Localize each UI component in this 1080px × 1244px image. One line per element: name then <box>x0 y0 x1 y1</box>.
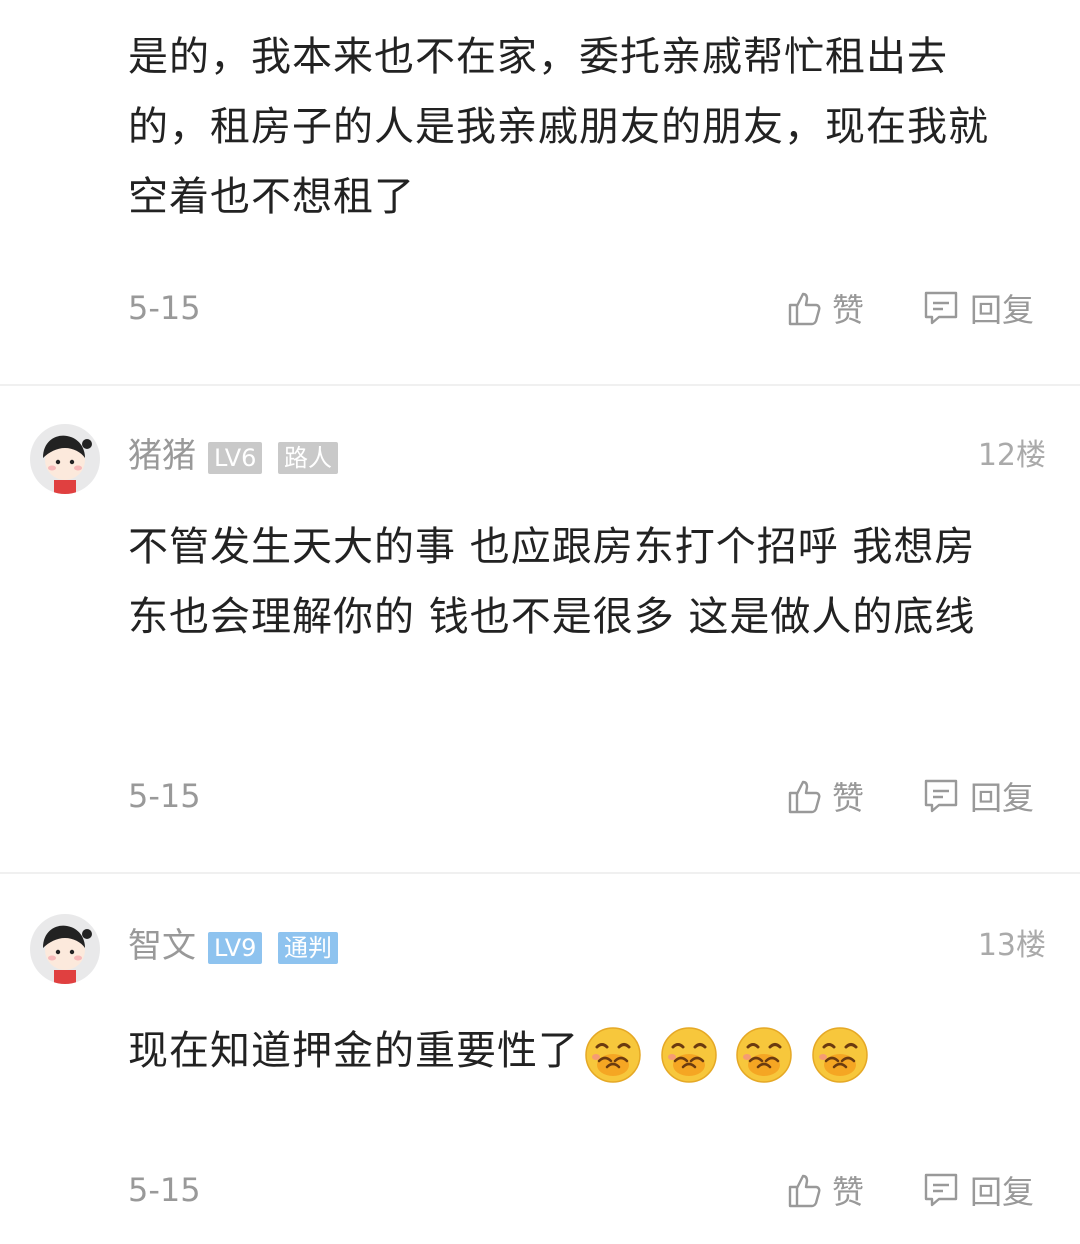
like-label: 赞 <box>832 1173 865 1211</box>
reply-button[interactable]: 回复 <box>920 284 1034 332</box>
floor-number: 12楼 <box>977 438 1046 473</box>
like-button[interactable]: 赞 <box>784 284 864 332</box>
avatar[interactable] <box>30 424 100 494</box>
comment-date: 5-15 <box>128 289 201 327</box>
comment-item: 是的，我本来也不在家，委托亲戚帮忙租出去的，租房子的人是我亲戚朋友的朋友，现在我… <box>0 0 1080 384</box>
comment-text: 不管发生天大的事 也应跟房东打个招呼 我想房东也会理解你的 钱也不是很多 这是做… <box>128 524 976 640</box>
reply-button[interactable]: 回复 <box>920 1166 1034 1214</box>
title-badge: 路人 <box>278 442 338 474</box>
emoji-row <box>583 1018 872 1088</box>
covering-mouth-laugh-emoji <box>812 1027 868 1083</box>
like-button[interactable]: 赞 <box>784 772 864 820</box>
username[interactable]: 智文 <box>128 924 196 968</box>
like-label: 赞 <box>832 779 865 817</box>
reply-label: 回复 <box>970 1173 1035 1211</box>
speech-bubble-icon <box>924 1173 958 1207</box>
comment-item: 猪猪 LV6 路人 12楼 不管发生天大的事 也应跟房东打个招呼 我想房东也会理… <box>0 386 1080 872</box>
speech-bubble-icon <box>924 779 958 813</box>
reply-label: 回复 <box>970 779 1035 817</box>
like-label: 赞 <box>832 291 865 329</box>
speech-bubble-icon <box>924 291 958 325</box>
avatar[interactable] <box>30 914 100 984</box>
reply-button[interactable]: 回复 <box>920 772 1034 820</box>
comment-text: 现在知道押金的重要性了 <box>128 1016 1028 1088</box>
comment-item: 智文 LV9 通判 13楼 现在知道押金的重要性了 5-15 赞 回复 <box>0 874 1080 1244</box>
comment-date: 5-15 <box>128 777 201 815</box>
username[interactable]: 猪猪 <box>128 434 196 478</box>
like-button[interactable]: 赞 <box>784 1166 864 1214</box>
comment-date: 5-15 <box>128 1171 201 1209</box>
comment-text: 是的，我本来也不在家，委托亲戚帮忙租出去的，租房子的人是我亲戚朋友的朋友，现在我… <box>128 34 989 220</box>
reply-label: 回复 <box>970 291 1035 329</box>
covering-mouth-laugh-emoji <box>736 1027 793 1083</box>
title-badge: 通判 <box>278 932 338 964</box>
level-badge: LV6 <box>208 442 263 474</box>
floor-number: 13楼 <box>977 928 1046 963</box>
thumbs-up-icon <box>788 780 821 814</box>
comment-text-content: 现在知道押金的重要性了 <box>128 1028 579 1074</box>
thumbs-up-icon <box>788 1174 821 1208</box>
covering-mouth-laugh-emoji <box>585 1027 641 1083</box>
thumbs-up-icon <box>788 292 821 326</box>
covering-mouth-laugh-emoji <box>660 1027 717 1083</box>
level-badge: LV9 <box>208 932 263 964</box>
